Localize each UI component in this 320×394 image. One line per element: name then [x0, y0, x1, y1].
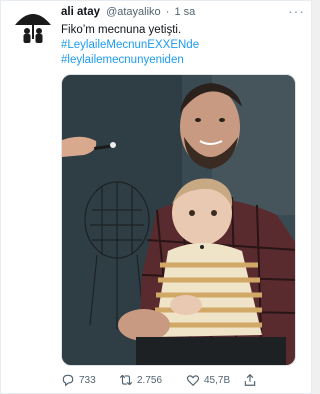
tweet-header: ali atay @atayaliko · 1 sa	[61, 6, 291, 22]
reply-action[interactable]: 733	[61, 371, 96, 389]
tweet-card[interactable]: ali atay @atayaliko · 1 sa ··· Fiko’m me…	[0, 0, 312, 394]
heart-icon	[186, 375, 200, 387]
avatar[interactable]	[13, 7, 53, 47]
author-handle[interactable]: @atayaliko	[106, 6, 161, 18]
hashtag-link[interactable]: #leylailemecnunyeniden	[61, 53, 301, 68]
like-action[interactable]: 45,7B	[186, 371, 230, 389]
like-count: 45,7B	[204, 374, 231, 386]
tweet-text: Fiko’m mecnuna yetişti. #LeylaileMecnunE…	[61, 23, 301, 68]
retweet-action[interactable]: 2.756	[119, 371, 162, 389]
reply-count: 733	[79, 374, 96, 386]
share-action[interactable]	[243, 371, 257, 389]
tweet-photo[interactable]	[61, 74, 296, 366]
author-name[interactable]: ali atay	[61, 6, 100, 18]
more-icon[interactable]: ···	[288, 4, 305, 18]
avatar-logo-icon	[15, 14, 51, 43]
retweet-icon	[119, 374, 133, 386]
share-icon	[244, 373, 256, 386]
tweet-time[interactable]: 1 sa	[174, 6, 195, 18]
tweet-body: Fiko’m mecnuna yetişti.	[61, 24, 182, 36]
photo-illustration	[62, 75, 295, 365]
hashtag-link[interactable]: #LeylaileMecnunEXXENde	[61, 38, 301, 53]
separator-dot: ·	[165, 6, 170, 18]
tweet-actions: 733 2.756 45,7B	[61, 371, 291, 389]
retweet-count: 2.756	[137, 374, 163, 386]
reply-icon	[62, 374, 74, 387]
